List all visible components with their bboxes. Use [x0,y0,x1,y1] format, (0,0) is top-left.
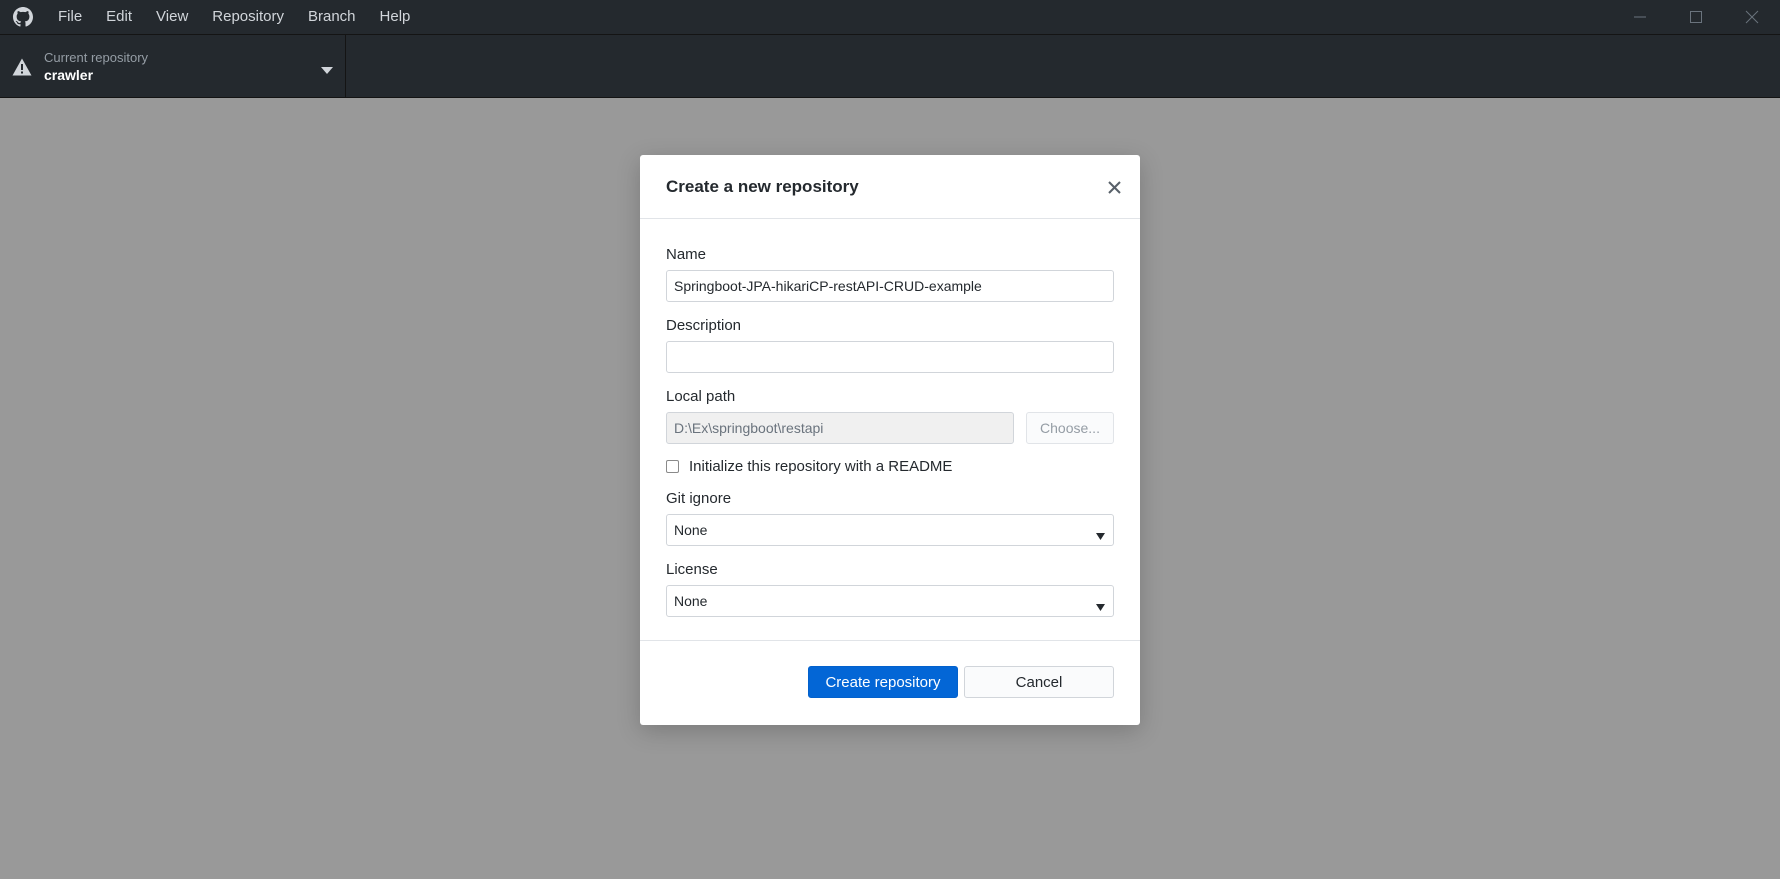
current-repository-caption: Current repository [44,49,149,65]
readme-checkbox[interactable] [666,460,679,473]
warning-icon [0,58,44,76]
gitignore-select[interactable]: None [666,514,1114,546]
dialog-body: Name Description Local path Choose... In… [666,245,1114,617]
dialog-header: Create a new repository [640,155,1140,219]
local-path-row: Choose... [666,412,1114,444]
menu-edit[interactable]: Edit [94,0,144,34]
menu-help[interactable]: Help [368,0,423,34]
current-repository-selector[interactable]: Current repository crawler [0,35,346,98]
chevron-down-icon [1096,598,1105,614]
local-path-input[interactable] [666,412,1014,444]
window-controls [1612,0,1780,34]
create-repository-button[interactable]: Create repository [808,666,958,698]
local-path-label: Local path [666,388,736,405]
toolbar: Current repository crawler [0,34,1780,98]
name-input[interactable] [666,270,1114,302]
close-icon[interactable] [1104,177,1124,197]
dialog-footer: Create repository Cancel [640,640,1140,725]
menu-file[interactable]: File [46,0,94,34]
readme-option: Initialize this repository with a README [666,458,1114,475]
name-label: Name [666,246,707,263]
description-label: Description [666,317,742,334]
menu-branch[interactable]: Branch [296,0,368,34]
license-value: None [674,593,708,609]
title-bar: File Edit View Repository Branch Help [0,0,1780,34]
minimize-icon[interactable] [1612,0,1668,34]
gitignore-value: None [674,522,708,538]
caret-down-icon [321,62,333,80]
license-label: License [666,561,718,578]
license-select[interactable]: None [666,585,1114,617]
description-input[interactable] [666,341,1114,373]
menu-bar: File Edit View Repository Branch Help [46,0,422,34]
menu-view[interactable]: View [144,0,200,34]
close-window-icon[interactable] [1724,0,1780,34]
chevron-down-icon [1096,527,1105,543]
gitignore-label: Git ignore [666,490,732,507]
dialog-title: Create a new repository [666,177,859,196]
maximize-icon[interactable] [1668,0,1724,34]
create-repository-dialog: Create a new repository Name Description… [640,155,1140,725]
cancel-button[interactable]: Cancel [964,666,1114,698]
menu-repository[interactable]: Repository [200,0,296,34]
readme-label[interactable]: Initialize this repository with a README [689,458,952,475]
github-logo-icon [0,0,46,34]
current-repository-name: crawler [44,66,94,83]
choose-button[interactable]: Choose... [1026,412,1114,444]
repository-info: Current repository crawler [44,49,148,85]
